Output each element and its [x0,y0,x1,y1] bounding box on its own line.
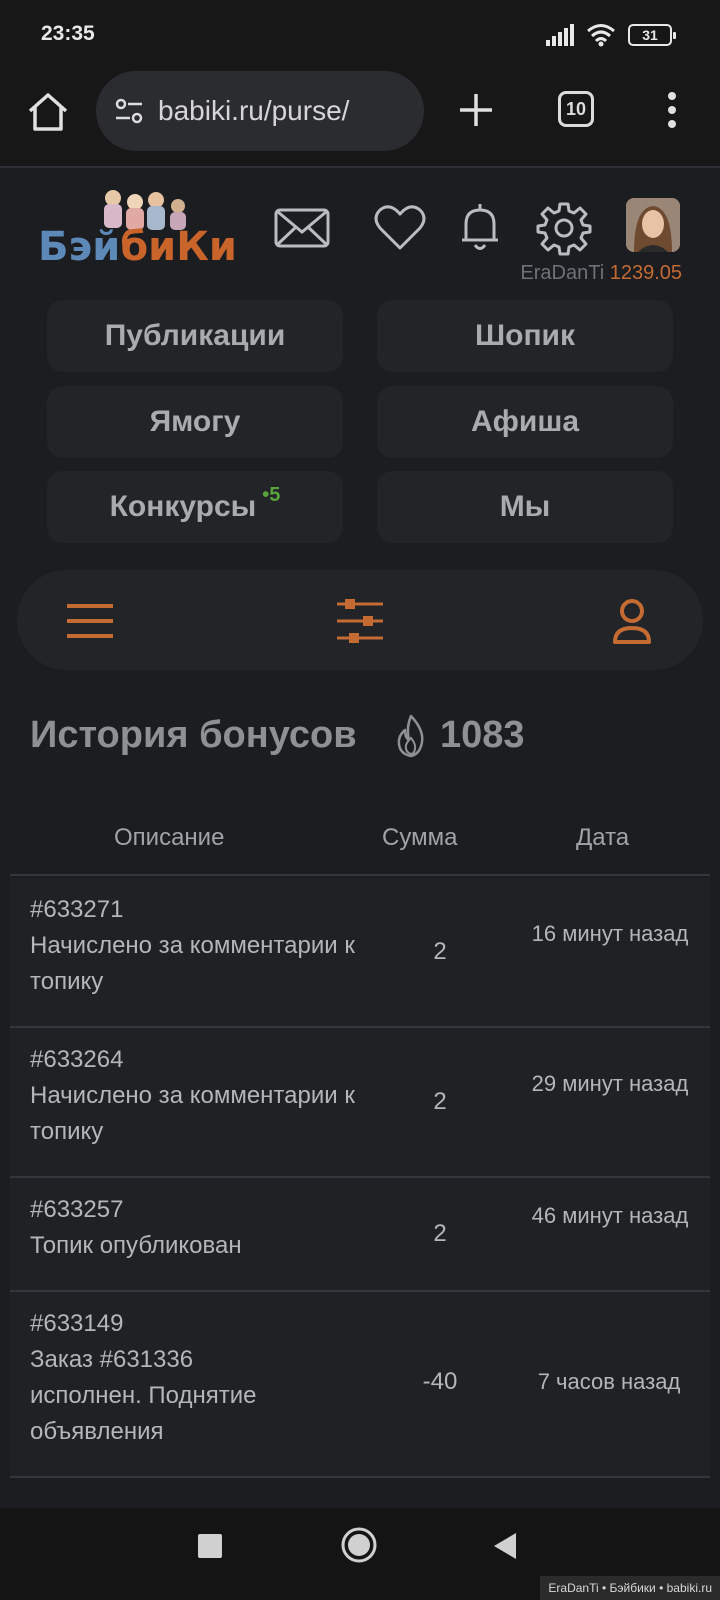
bell-icon[interactable] [452,200,508,256]
logo-text-part1: Бэй [38,224,121,270]
logo-text: БэйбиКи [38,224,237,270]
status-bar: 23:35 31 [0,0,720,70]
row-id[interactable]: #633264 [30,1042,360,1078]
status-time: 23:35 [41,22,95,45]
nav-afisha[interactable]: Афиша [377,386,673,458]
row-sum: 2 [433,1088,447,1115]
url-text[interactable]: babiki.ru/purse/ [158,95,349,127]
row-text: Топик опубликован [30,1232,242,1259]
row-description: #633271 Начислено за комментарии к топик… [30,892,360,1000]
bonus-count: 1083 [440,714,525,756]
row-id[interactable]: #633257 [30,1192,360,1228]
battery-icon: 31 [628,24,676,46]
page-title: История бонусов [30,714,357,756]
nav-label: Шопик [474,319,576,352]
site-settings-icon[interactable] [112,94,146,128]
status-icons: 31 [546,22,676,48]
contests-badge: •5 [262,483,281,506]
username[interactable]: EraDanTi [520,262,604,284]
nav-label: Афиша [470,405,580,438]
tab-count: 10 [565,98,587,119]
watermark: EraDanTi • Бэйбики • babiki.ru [540,1576,720,1600]
gear-icon[interactable] [536,200,592,256]
row-description: #633264 Начислено за комментарии к топик… [30,1042,360,1150]
nav-yamogu[interactable]: Ямогу [47,386,343,458]
table-header: Описание Сумма Дата [10,820,710,876]
row-text: Начислено за комментарии к топику [30,932,355,995]
tabs-icon[interactable]: 10 [558,91,594,127]
tool-bar [17,570,703,670]
more-icon[interactable] [660,88,684,132]
back-icon[interactable] [490,1530,520,1562]
nav-label: Публикации [104,319,286,352]
wifi-icon [587,24,615,47]
nav-shop[interactable]: Шопик [377,300,673,372]
browser-toolbar: babiki.ru/purse/ 10 [0,70,720,168]
battery-level: 31 [642,27,658,43]
square-icon[interactable] [196,1532,224,1560]
plus-icon[interactable] [456,90,496,130]
address-bar[interactable]: babiki.ru/purse/ [96,71,424,151]
row-sum: 2 [433,1220,447,1247]
circle-icon[interactable] [340,1526,378,1564]
nav-label: Конкурсы [109,490,257,523]
signal-icon [546,24,574,46]
home-icon[interactable] [26,90,70,134]
logo-text-part2: биКи [120,224,237,270]
row-date: 16 минут назад [531,921,689,946]
table-row: #633271 Начислено за комментарии к топик… [10,878,710,1028]
row-text: Заказ #631336 исполнен. Поднятие объявле… [30,1346,257,1445]
table-row: #633264 Начислено за комментарии к топик… [10,1028,710,1178]
heart-icon[interactable] [372,200,428,256]
row-description: #633149 Заказ #631336 исполнен. Поднятие… [30,1306,300,1450]
flame-icon [397,714,424,758]
row-date: 7 часов назад [537,1369,681,1394]
user-balance: 1239.05 [609,262,682,284]
col-sum: Сумма [382,824,458,851]
nav-about[interactable]: Мы [377,471,673,543]
nav-label: Ямогу [149,405,241,438]
row-sum: -40 [422,1368,458,1395]
hamburger-icon[interactable] [65,596,115,646]
col-description: Описание [114,824,225,851]
row-sum: 2 [433,938,447,965]
row-description: #633257 Топик опубликован [30,1192,360,1264]
col-date: Дата [576,824,630,851]
table-row: #633149 Заказ #631336 исполнен. Поднятие… [10,1292,710,1478]
row-date: 29 минут назад [531,1071,689,1096]
row-id[interactable]: #633271 [30,892,360,928]
mail-icon[interactable] [274,200,330,256]
nav-publications[interactable]: Публикации [47,300,343,372]
row-date: 46 минут назад [531,1203,689,1228]
user-icon[interactable] [607,596,657,646]
row-text: Начислено за комментарии к топику [30,1082,355,1145]
nav-label: Мы [499,490,551,523]
row-id[interactable]: #633149 [30,1306,300,1342]
avatar[interactable] [626,198,680,252]
site-logo[interactable]: БэйбиКи [38,188,248,278]
nav-contests[interactable]: Конкурсы •5 [47,471,343,543]
table-row: #633257 Топик опубликован 2 46 минут наз… [10,1178,710,1292]
user-info: EraDanTi 1239.05 [520,262,682,285]
avatar-image [626,198,680,252]
filter-icon[interactable] [335,596,385,646]
